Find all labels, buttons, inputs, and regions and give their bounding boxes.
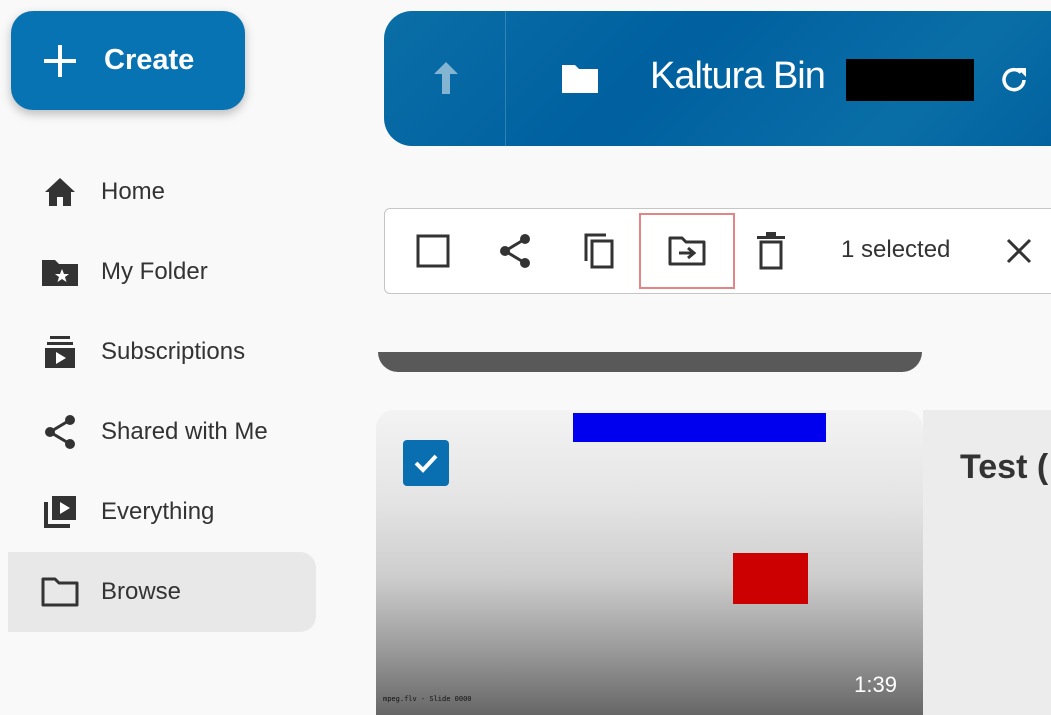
folder-header: Kaltura Bin <box>384 11 1051 146</box>
media-details: Test ( <box>923 410 1051 715</box>
sidebar-item-shared[interactable]: Shared with Me <box>8 392 316 472</box>
plus-icon <box>44 44 76 77</box>
sidebar-item-browse[interactable]: Browse <box>8 552 316 632</box>
delete-button[interactable] <box>749 209 793 293</box>
refresh-icon[interactable] <box>998 64 1030 96</box>
sidebar-item-label: Everything <box>101 498 215 525</box>
duration-badge: 1:39 <box>854 672 897 697</box>
sidebar-nav: Home My Folder Subscriptions Shared with… <box>8 152 316 632</box>
sidebar-item-my-folder[interactable]: My Folder <box>8 232 316 312</box>
sidebar-item-label: My Folder <box>101 258 208 285</box>
clear-selection-button[interactable] <box>999 209 1039 293</box>
select-all-checkbox[interactable] <box>411 209 455 293</box>
copy-button[interactable] <box>577 209 621 293</box>
sidebar-item-label: Shared with Me <box>101 418 268 445</box>
folder-star-icon <box>39 254 81 290</box>
folder-icon <box>562 65 598 93</box>
thumbnail-caption: mpeg.flv - Slide 0000 <box>383 695 472 703</box>
sidebar-item-subscriptions[interactable]: Subscriptions <box>8 312 316 392</box>
subscriptions-icon <box>39 334 81 370</box>
move-to-folder-button[interactable] <box>639 213 735 289</box>
item-checkbox[interactable] <box>403 440 449 486</box>
sidebar-item-label: Home <box>101 178 166 205</box>
folder-outline-icon <box>39 574 81 610</box>
redacted-text <box>846 59 974 101</box>
media-thumbnail[interactable]: mpeg.flv - Slide 0000 1:39 <box>376 410 923 715</box>
trash-icon <box>757 232 785 270</box>
checkmark-icon <box>414 454 438 473</box>
thumbnail-blue-bar <box>573 413 826 442</box>
sidebar-item-label: Browse <box>101 578 182 605</box>
create-button[interactable]: Create <box>11 11 245 110</box>
sidebar-item-everything[interactable]: Everything <box>8 472 316 552</box>
selection-toolbar: 1 selected <box>384 208 1051 294</box>
up-arrow-icon[interactable] <box>428 58 464 98</box>
move-folder-icon <box>668 236 706 266</box>
checkbox-icon <box>416 234 450 268</box>
breadcrumb: Kaltura Bin <box>650 55 826 97</box>
media-title[interactable]: Test ( <box>960 448 1048 487</box>
close-icon <box>1006 238 1032 264</box>
share-icon <box>500 234 530 268</box>
sidebar-item-home[interactable]: Home <box>8 152 316 232</box>
share-icon <box>39 414 81 450</box>
sidebar-item-label: Subscriptions <box>101 338 246 365</box>
copy-icon <box>584 233 614 269</box>
share-button[interactable] <box>493 209 537 293</box>
selected-count: 1 selected <box>841 236 951 263</box>
header-divider <box>505 11 506 146</box>
video-library-icon <box>39 494 81 530</box>
home-icon <box>39 174 81 210</box>
thumbnail-red-box <box>733 553 808 604</box>
previous-item-edge <box>378 352 922 372</box>
create-label: Create <box>104 44 195 76</box>
